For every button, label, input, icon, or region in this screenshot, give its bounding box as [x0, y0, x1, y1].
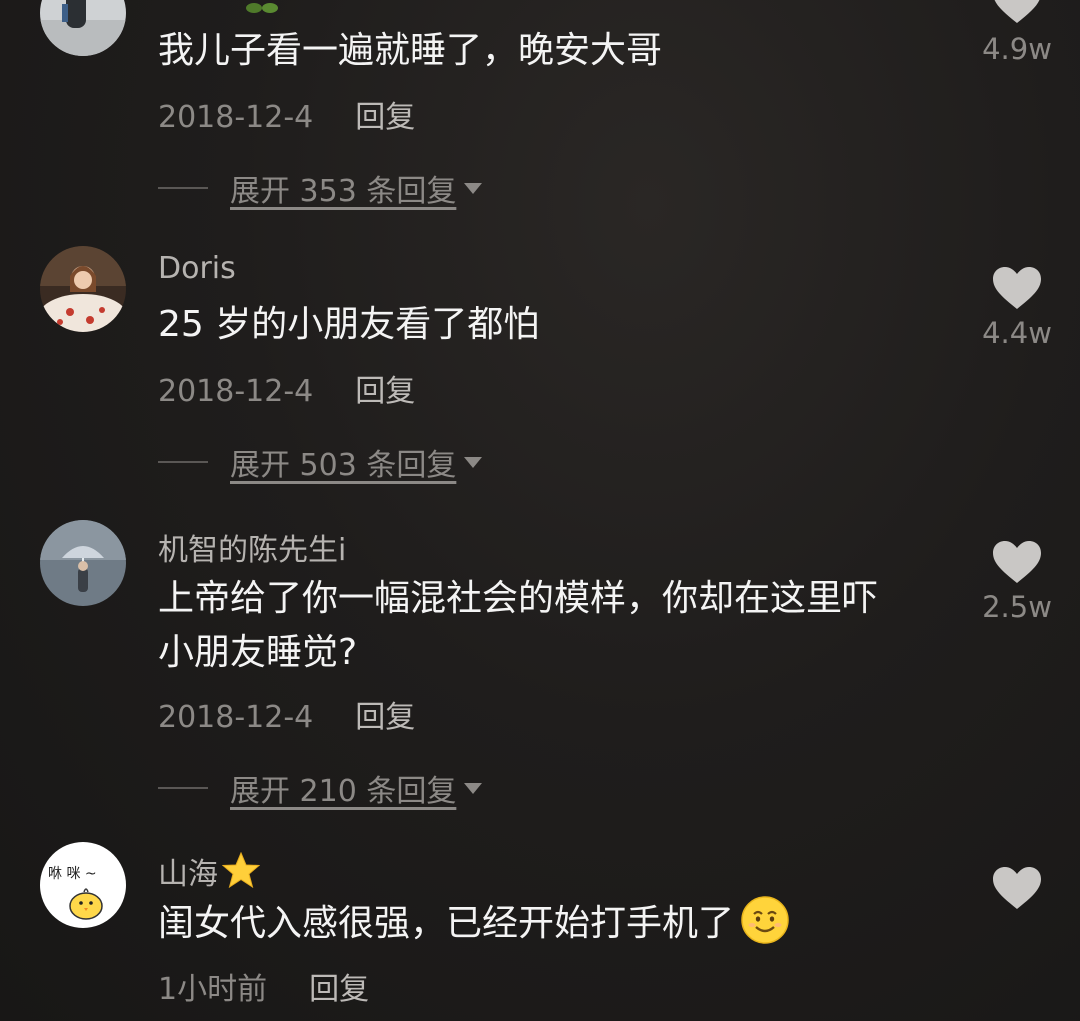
like-button[interactable]: 4.4w	[976, 266, 1058, 350]
expand-replies-label[interactable]: 展开 503 条回复	[230, 440, 456, 484]
star-icon	[222, 852, 260, 888]
reply-button[interactable]: 回复	[355, 100, 415, 135]
expand-replies-label[interactable]: 展开 210 条回复	[230, 766, 456, 810]
caret-down-icon	[464, 182, 483, 194]
divider-line	[158, 187, 208, 189]
comment-meta: 1小时前 回复	[158, 964, 369, 1008]
expand-replies[interactable]: 展开 210 条回复	[158, 766, 483, 810]
like-count: 4.4w	[982, 316, 1052, 350]
like-count: 2.5w	[982, 590, 1052, 624]
comment-date: 2018-12-4	[158, 100, 314, 135]
comment-text-content: 闺女代入感很强，已经开始打手机了	[158, 903, 735, 944]
like-button[interactable]: 4.9w	[976, 0, 1058, 66]
heart-icon	[994, 0, 1040, 23]
expand-replies[interactable]: 展开 353 条回复	[158, 166, 483, 210]
like-button[interactable]: 2.5w	[976, 540, 1058, 624]
comment-text: 闺女代入感很强，已经开始打手机了	[158, 895, 958, 952]
reply-button[interactable]: 回复	[355, 374, 415, 409]
comment-text: 25 岁的小朋友看了都怕	[158, 304, 540, 345]
divider-line	[158, 787, 208, 789]
reply-button[interactable]: 回复	[355, 700, 415, 735]
heart-icon	[993, 541, 1041, 583]
comment-meta: 2018-12-4 回复	[158, 692, 415, 736]
heart-icon	[993, 267, 1041, 309]
comment-username[interactable]: Doris	[158, 251, 236, 286]
comment-username[interactable]: 机智的陈先生i	[158, 525, 346, 569]
caret-down-icon	[464, 782, 483, 794]
heart-icon	[993, 867, 1041, 909]
like-button[interactable]	[976, 866, 1058, 910]
divider-line	[158, 461, 208, 463]
avatar[interactable]	[40, 246, 126, 332]
comment-meta: 2018-12-4 回复	[158, 92, 415, 136]
comment-username[interactable]: 山海	[158, 849, 260, 893]
comment-text: 我儿子看一遍就睡了，晚安大哥	[158, 30, 663, 71]
expand-replies-label[interactable]: 展开 353 条回复	[230, 166, 456, 210]
comment-meta: 2018-12-4 回复	[158, 366, 415, 410]
comment-date: 2018-12-4	[158, 700, 314, 735]
comment-date: 1小时前	[158, 972, 268, 1007]
leaf-sticker	[244, 0, 280, 14]
comment-username-text: 山海	[158, 857, 218, 892]
comment-text-line: 上帝给了你一幅混社会的模样，你却在这里吓	[158, 578, 879, 619]
avatar[interactable]: 咻 咪 ~	[40, 842, 126, 928]
avatar[interactable]	[40, 520, 126, 606]
like-count: 4.9w	[982, 32, 1052, 66]
reply-button[interactable]: 回复	[309, 972, 369, 1007]
expand-replies[interactable]: 展开 503 条回复	[158, 440, 483, 484]
caret-down-icon	[464, 456, 483, 468]
avatar-doodle-text: 咻 咪 ~	[48, 866, 97, 882]
comment-text: 上帝给了你一幅混社会的模样，你却在这里吓 小朋友睡觉?	[158, 571, 958, 681]
smile-emoji-icon	[741, 896, 789, 944]
comment-text-line: 小朋友睡觉?	[158, 632, 358, 673]
comment-date: 2018-12-4	[158, 374, 314, 409]
